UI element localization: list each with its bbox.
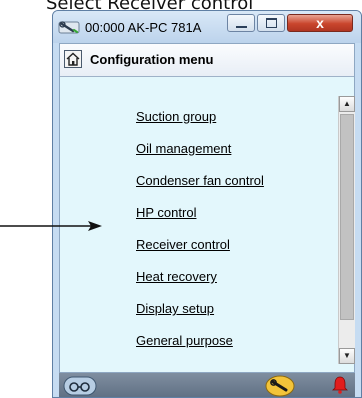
menu-item-heat-recovery[interactable]: Heat recovery — [136, 269, 217, 284]
home-icon — [66, 52, 80, 66]
scroll-up-button[interactable]: ▲ — [339, 96, 355, 112]
minimize-icon — [236, 26, 247, 28]
menu-item-condenser-fan-control[interactable]: Condenser fan control — [136, 173, 264, 188]
app-window: 00:000 AK-PC 781A x Configuration menu S… — [52, 10, 362, 398]
scrollbar-thumb[interactable] — [340, 114, 354, 320]
pointer-arrow — [0, 221, 102, 231]
status-bar — [59, 373, 355, 397]
menu-item-suction-group[interactable]: Suction group — [136, 109, 216, 124]
arrow-up-icon: ▲ — [343, 99, 351, 108]
window-title: 00:000 AK-PC 781A — [85, 20, 202, 35]
configuration-panel: Configuration menu Suction group Oil man… — [59, 43, 355, 373]
vertical-scrollbar[interactable]: ▲ ▼ — [338, 96, 355, 364]
wrench-icon[interactable] — [265, 375, 295, 397]
maximize-button[interactable] — [257, 14, 285, 32]
page-title: Configuration menu — [90, 52, 214, 67]
title-bar[interactable]: 00:000 AK-PC 781A x — [53, 11, 361, 43]
scroll-down-button[interactable]: ▼ — [339, 348, 355, 364]
menu-item-hp-control[interactable]: HP control — [136, 205, 196, 220]
menu-item-oil-management[interactable]: Oil management — [136, 141, 231, 156]
alarm-bell-icon[interactable] — [331, 375, 349, 395]
menu-header: Configuration menu — [60, 44, 354, 77]
glasses-icon[interactable] — [63, 376, 97, 396]
wrench-icon — [58, 21, 80, 34]
maximize-icon — [266, 18, 277, 28]
home-button[interactable] — [64, 50, 82, 68]
close-button[interactable]: x — [287, 14, 353, 32]
arrow-down-icon: ▼ — [343, 351, 351, 360]
minimize-button[interactable] — [227, 14, 255, 32]
menu-item-receiver-control[interactable]: Receiver control — [136, 237, 230, 252]
menu-item-general-purpose[interactable]: General purpose — [136, 333, 233, 348]
menu-item-display-setup[interactable]: Display setup — [136, 301, 214, 316]
close-icon: x — [316, 15, 324, 31]
